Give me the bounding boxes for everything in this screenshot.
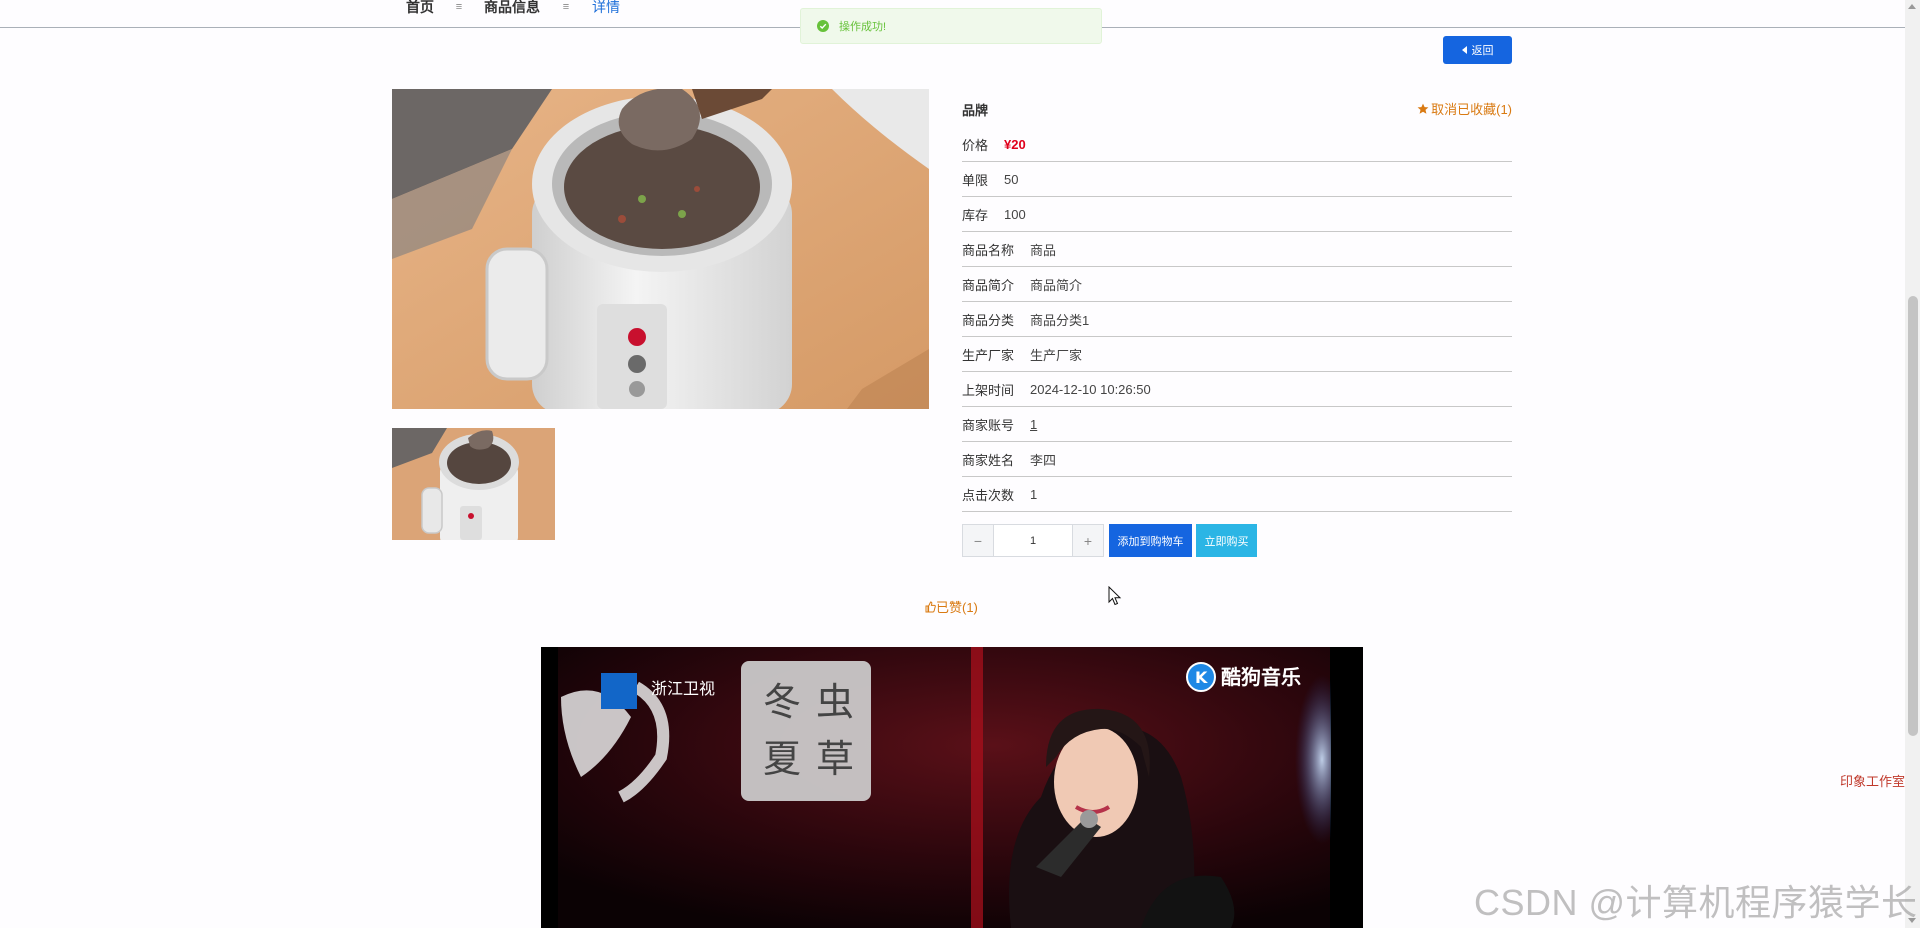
decrease-button[interactable]: − xyxy=(963,525,994,556)
brand-row: 品牌 取消已收藏(1) xyxy=(962,89,1512,127)
listed-time-value: 2024-12-10 10:26:50 xyxy=(1030,381,1151,397)
category-value: 商品分类1 xyxy=(1030,312,1090,328)
price-key: 价格 xyxy=(962,137,989,153)
merchant-account-row: 商家账号 1 xyxy=(962,407,1512,442)
merchant-account-key: 商家账号 xyxy=(962,417,1015,433)
category-row: 商品分类 商品分类1 xyxy=(962,302,1512,337)
brand-label: 品牌 xyxy=(962,103,989,118)
name-value: 商品 xyxy=(1030,242,1057,258)
merchant-account-link[interactable]: 1 xyxy=(1030,417,1037,432)
manufacturer-value: 生产厂家 xyxy=(1030,347,1083,363)
name-row: 商品名称 商品 xyxy=(962,232,1512,267)
stock-value: 100 xyxy=(1004,206,1026,222)
song-title-char-4: 草 xyxy=(816,737,854,781)
intro-value: 商品简介 xyxy=(1030,277,1083,293)
price-value: ¥20 xyxy=(1004,136,1026,152)
channel-logo: 浙江卫视 xyxy=(651,679,715,698)
brand-badge: K xyxy=(1195,668,1208,687)
listed-time-row: 上架时间 2024-12-10 10:26:50 xyxy=(962,372,1512,407)
product-thumbnail[interactable] xyxy=(392,428,555,540)
watermark: CSDN @计算机程序猿学长 xyxy=(1474,882,1918,923)
back-button-label: 返回 xyxy=(1471,45,1494,57)
limit-value: 50 xyxy=(1004,171,1019,187)
back-button[interactable]: 返回 xyxy=(1443,36,1512,64)
stock-row: 库存 100 xyxy=(962,197,1512,232)
check-circle-icon xyxy=(817,20,829,32)
increase-button[interactable]: + xyxy=(1072,525,1103,556)
breadcrumb-detail: 详情 xyxy=(592,0,620,15)
clicks-value: 1 xyxy=(1030,486,1038,502)
buy-now-button[interactable]: 立即购买 xyxy=(1196,524,1257,557)
side-link[interactable]: 印象工作室 xyxy=(1840,771,1905,790)
breadcrumb-home[interactable]: 首页 xyxy=(406,0,434,14)
manufacturer-key: 生产厂家 xyxy=(962,347,1015,363)
purchase-bar: − + 添加到购物车 立即购买 xyxy=(962,524,1257,557)
product-main-image xyxy=(392,89,929,409)
star-icon xyxy=(1417,103,1429,114)
thumbs-up-icon xyxy=(925,600,936,612)
scroll-up-arrow-icon[interactable] xyxy=(1908,4,1916,9)
limit-row: 单限 50 xyxy=(962,162,1512,197)
quantity-stepper: − + xyxy=(962,524,1104,557)
price-row: 价格 ¥20 xyxy=(962,127,1512,162)
intro-key: 商品简介 xyxy=(962,277,1015,293)
brand-text: 酷狗音乐 xyxy=(1221,665,1301,689)
scrollbar-thumb[interactable] xyxy=(1908,296,1918,736)
name-key: 商品名称 xyxy=(962,242,1015,258)
merchant-name-row: 商家姓名 李四 xyxy=(962,442,1512,477)
merchant-name-key: 商家姓名 xyxy=(962,452,1015,468)
manufacturer-row: 生产厂家 生产厂家 xyxy=(962,337,1512,372)
song-title-char-1: 冬 xyxy=(763,680,801,724)
breadcrumb-separator: ≡ xyxy=(562,1,570,13)
intro-row: 商品简介 商品简介 xyxy=(962,267,1512,302)
song-title-char-3: 夏 xyxy=(763,737,801,781)
breadcrumb-product-info[interactable]: 商品信息 xyxy=(484,0,540,14)
product-info: 品牌 取消已收藏(1) 价格 ¥20 单限 50 库存 100 商品名称 商品 … xyxy=(962,89,1512,512)
listed-time-key: 上架时间 xyxy=(962,382,1015,398)
video-player[interactable]: 浙江卫视 冬 虫 夏 草 K 酷狗音乐 xyxy=(541,647,1363,928)
breadcrumb: 首页 ≡ 商品信息 ≡ 详情 xyxy=(406,0,620,14)
clicks-key: 点击次数 xyxy=(962,487,1015,503)
unfavorite-button[interactable]: 取消已收藏(1) xyxy=(1417,89,1512,118)
song-title-char-2: 虫 xyxy=(816,680,854,724)
merchant-name-value: 李四 xyxy=(1030,452,1057,468)
category-key: 商品分类 xyxy=(962,312,1015,328)
stock-key: 库存 xyxy=(962,207,989,223)
mouse-cursor-icon xyxy=(1108,586,1122,606)
like-label: 已赞(1) xyxy=(936,600,978,615)
add-to-cart-button[interactable]: 添加到购物车 xyxy=(1109,524,1192,557)
breadcrumb-separator: ≡ xyxy=(455,1,463,13)
success-toast: 操作成功! xyxy=(800,8,1102,44)
like-button[interactable]: 已赞(1) xyxy=(925,597,978,616)
caret-left-icon xyxy=(1461,46,1467,54)
limit-key: 单限 xyxy=(962,172,989,188)
quantity-input[interactable] xyxy=(994,525,1072,556)
toast-message: 操作成功! xyxy=(839,21,887,33)
favorite-label: 取消已收藏(1) xyxy=(1431,102,1512,117)
clicks-row: 点击次数 1 xyxy=(962,477,1512,512)
